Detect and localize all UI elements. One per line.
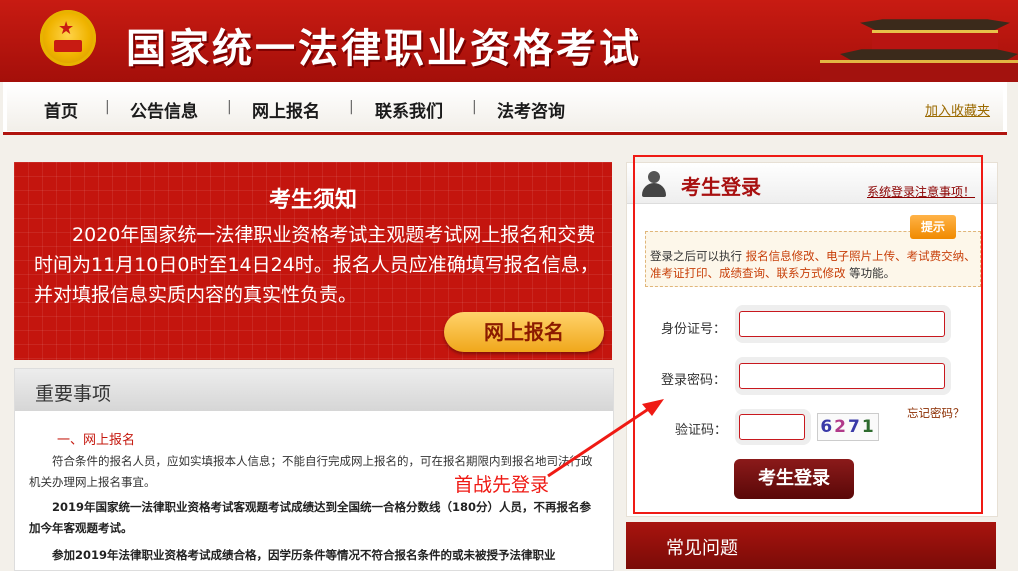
nav-separator: | — [472, 99, 477, 115]
captcha-input[interactable] — [739, 414, 805, 440]
nav-separator: | — [349, 99, 354, 115]
login-panel: 考生登录 系统登录注意事项！ 登录之后可以执行 报名信息修改、电子照片上传、考试… — [626, 162, 998, 517]
tips-box: 登录之后可以执行 报名信息修改、电子照片上传、考试费交纳、准考证打印、成绩查询、… — [645, 231, 981, 287]
captcha-image[interactable]: 6271 6271 — [817, 413, 879, 441]
tips-text: 等功能。 — [849, 266, 896, 280]
tiananmen-image — [800, 0, 1018, 82]
important-paragraph: 2019年国家统一法律职业资格考试客观题考试成绩达到全国统一合格分数线（180分… — [29, 500, 592, 535]
id-number-input[interactable] — [739, 311, 945, 337]
nav-separator: | — [105, 99, 110, 115]
nav-home[interactable]: 首页 — [44, 97, 78, 122]
nav-online-registration[interactable]: 网上报名 — [252, 97, 320, 122]
site-header: ★ 国家统一法律职业资格考试 — [0, 0, 1018, 82]
captcha-label: 验证码： — [675, 423, 728, 438]
faq-title[interactable]: 常见问题 — [666, 534, 738, 560]
notice-body: 2020年国家统一法律职业资格考试主观题考试网上报名和交费时间为11月10日0时… — [34, 224, 599, 306]
forgot-password-link[interactable]: 忘记密码？ — [907, 405, 965, 421]
candidate-notice: 考生须知 2020年国家统一法律职业资格考试主观题考试网上报名和交费时间为11月… — [14, 162, 612, 360]
nav-contact-us[interactable]: 联系我们 — [375, 97, 443, 122]
tips-badge: 提示 — [910, 215, 956, 239]
section-heading: 一、网上报名 — [57, 433, 136, 448]
login-notes-link[interactable]: 系统登录注意事项！ — [867, 183, 975, 200]
password-label: 登录密码： — [661, 373, 727, 388]
nav-announcements[interactable]: 公告信息 — [130, 97, 198, 122]
online-registration-button[interactable]: 网上报名 — [444, 312, 604, 352]
nav-exam-consulting[interactable]: 法考咨询 — [497, 97, 565, 122]
annotation-text: 首战先登录 — [454, 474, 550, 496]
main-nav: 首页 | 公告信息 | 网上报名 | 联系我们 | 法考咨询 加入收藏夹 — [3, 82, 1007, 135]
login-button[interactable]: 考生登录 — [734, 459, 854, 499]
important-header: 重要事项 — [15, 369, 613, 411]
notice-title: 考生须知 — [268, 188, 357, 213]
faq-header: 常见问题 — [626, 522, 996, 569]
id-number-label: 身份证号： — [661, 322, 727, 337]
nav-separator: | — [227, 99, 232, 115]
tips-text: 登录之后可以执行 — [650, 249, 742, 263]
password-input[interactable] — [739, 363, 945, 389]
login-header: 考生登录 系统登录注意事项！ — [627, 163, 997, 204]
national-emblem-icon: ★ — [40, 10, 96, 66]
important-title: 重要事项 — [35, 383, 112, 405]
site-title: 国家统一法律职业资格考试 — [126, 26, 642, 72]
user-icon — [639, 169, 669, 199]
login-title: 考生登录 — [681, 175, 761, 199]
important-paragraph: 参加2019年法律职业资格考试成绩合格，因学历条件等情况不符合报名条件的或未被授… — [52, 548, 556, 562]
add-favorite-link[interactable]: 加入收藏夹 — [925, 100, 990, 119]
